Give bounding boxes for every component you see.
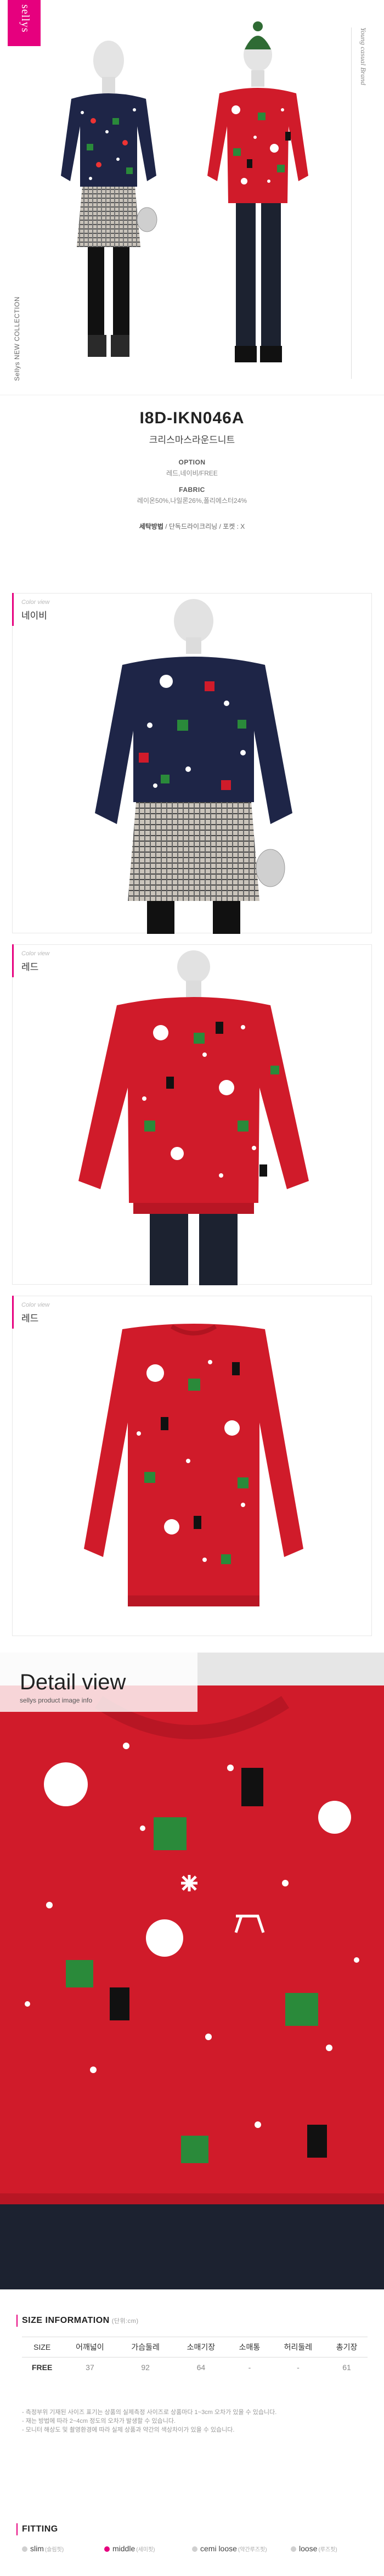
fit-dot-icon: [22, 2546, 27, 2552]
section-accent-bar: [16, 2315, 18, 2327]
size-col-header: 가슴둘레: [117, 2337, 173, 2357]
care-value: / 단독드라이크리닝 / 포켓 : X: [165, 523, 245, 530]
option-value: 레드,네이비/FREE: [166, 469, 218, 477]
size-info-title-text: SIZE INFORMATION: [22, 2316, 110, 2325]
color-view-red-worn: Color view 레드: [12, 944, 372, 1285]
size-col-header: 소매통: [228, 2337, 270, 2357]
table-row: FREE 37 92 64 - - 61: [22, 2357, 368, 2378]
size-col-header: 허리둘레: [270, 2337, 326, 2357]
red-sweater-flat-image: [84, 1324, 303, 1606]
size-table-header: SIZE 어깨넓이 가슴둘레 소매기장 소매통 허리둘레 총기장: [22, 2337, 368, 2357]
size-unit: (단위:cm): [111, 2318, 139, 2325]
hero-banner: sellys Sellys NEW COLLECTION Young casua…: [0, 0, 384, 395]
size-cell: FREE: [32, 2363, 53, 2372]
detail-close-up-image: [0, 1653, 384, 2289]
size-col-header: 총기장: [326, 2337, 368, 2357]
size-col-header: 어깨넓이: [62, 2337, 118, 2357]
hero-divider: [351, 27, 352, 379]
fit-option-slim: slim (슬림핏): [22, 2544, 64, 2553]
size-notes: - 측정부위 기재된 사이즈 표기는 상품의 실제측정 사이즈로 상품마다 1~…: [22, 2408, 362, 2434]
fit-label: middle: [112, 2544, 135, 2553]
care-info: 세탁방법 / 단독드라이크리닝 / 포켓 : X: [0, 522, 384, 531]
hero-models-image: [61, 21, 308, 362]
product-info: I8D-IKN046A 크리스마스라운드니트 OPTION 레드,네이비/FRE…: [0, 404, 384, 574]
brand-tagline: Young casual Brand: [359, 27, 368, 85]
fit-dot-icon: [291, 2546, 296, 2552]
detail-view: Detail view sellys product image info: [0, 1653, 384, 2289]
option-label: OPTION: [178, 458, 206, 466]
fit-dot-selected-icon: [104, 2546, 110, 2552]
fit-label: cemi loose: [200, 2544, 237, 2553]
fitting-title: FITTING: [22, 2524, 58, 2534]
color-view-red-flat: Color view 레드: [12, 1296, 372, 1636]
fit-sublabel: (약간루즈핏): [238, 2547, 267, 2553]
size-col-header: 소매기장: [173, 2337, 229, 2357]
size-col-header: SIZE: [22, 2337, 63, 2357]
detail-view-subtitle: sellys product image info: [20, 1696, 93, 1704]
size-note: - 측정부위 기재된 사이즈 표기는 상품의 실제측정 사이즈로 상품마다 1~…: [22, 2409, 277, 2416]
fit-sublabel: (루즈핏): [318, 2547, 337, 2553]
fit-label: slim: [30, 2544, 44, 2553]
color-view-navy: Color view 네이비: [12, 593, 372, 934]
fit-dot-icon: [192, 2546, 197, 2552]
fabric-value: 레이온50%,나일론26%,폴리에스터24%: [137, 497, 247, 505]
navy-sweater-image: [95, 599, 292, 934]
size-cell: -: [248, 2363, 251, 2372]
size-cell: 92: [141, 2363, 150, 2372]
fit-option-middle: middle (세미핏): [104, 2544, 155, 2553]
detail-view-title: Detail view: [20, 1670, 126, 1694]
fit-sublabel: (슬림핏): [44, 2547, 64, 2553]
care-label: 세탁방법: [139, 523, 163, 530]
size-cell: 64: [196, 2363, 206, 2372]
product-detail-page: sellys Sellys NEW COLLECTION Young casua…: [0, 0, 384, 2576]
red-sweater-worn-image: [78, 950, 309, 1285]
size-note: - 모니터 해상도 및 촬영환경에 따라 실제 상품과 약간의 색상차이가 있을…: [22, 2427, 235, 2433]
section-accent-bar: [16, 2523, 18, 2535]
size-table: SIZE 어깨넓이 가슴둘레 소매기장 소매통 허리둘레 총기장 FREE 37…: [22, 2337, 368, 2377]
navy-sweater-model: [61, 41, 157, 357]
fit-option-loose: loose (루즈핏): [291, 2544, 337, 2553]
size-info-title: SIZE INFORMATION (단위:cm): [22, 2316, 139, 2326]
fit-label: loose: [299, 2544, 318, 2553]
fabric-label: FABRIC: [179, 486, 205, 494]
size-note: - 재는 방법에 따라 2~4cm 정도의 오차가 발생할 수 있습니다.: [22, 2418, 176, 2424]
fit-sublabel: (세미핏): [136, 2547, 155, 2553]
fit-option-cemi-loose: cemi loose (약간루즈핏): [192, 2544, 267, 2553]
product-name: 크리스마스라운드니트: [149, 435, 235, 445]
size-cell: 37: [86, 2363, 94, 2372]
size-cell: 61: [342, 2363, 351, 2372]
fitting-options: slim (슬림핏) middle (세미핏) cemi loose (약간루즈핏) …: [22, 2544, 362, 2557]
size-cell: -: [297, 2363, 300, 2372]
red-sweater-model: [207, 21, 308, 362]
product-code: I8D-IKN046A: [139, 409, 245, 427]
